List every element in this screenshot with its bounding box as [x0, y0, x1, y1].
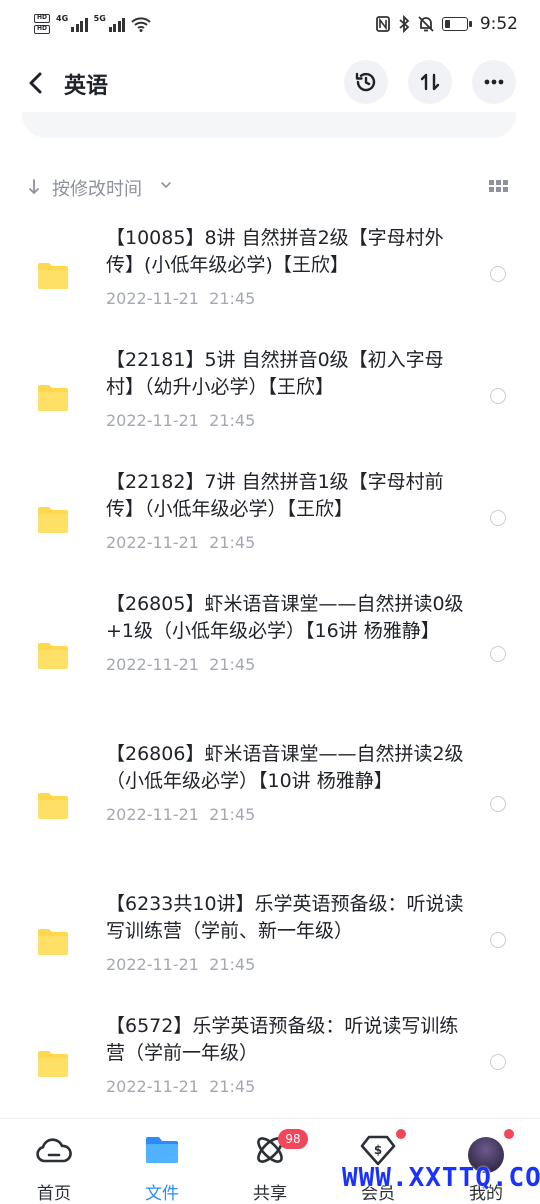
- history-button[interactable]: [344, 60, 388, 104]
- sort-label[interactable]: 按修改时间: [52, 175, 142, 201]
- file-modified-date: 2022-11-21 21:45: [106, 655, 256, 674]
- file-info: 【6572】乐学英语预备级：听说读写训练营（学前一年级） 2022-11-21 2…: [106, 1001, 466, 1096]
- clock: 9:52: [479, 14, 518, 34]
- sim-indicator: HD HD: [34, 14, 50, 34]
- share-badge: 98: [278, 1129, 308, 1149]
- signal-bars-2-icon: [108, 16, 126, 32]
- header: 英语: [0, 56, 540, 110]
- select-radio[interactable]: [490, 266, 506, 282]
- file-name: 【26805】虾米语音课堂——自然拼读0级+1级（小低年级必学）【16讲 杨雅静…: [106, 593, 464, 642]
- battery-icon: [441, 17, 472, 31]
- file-modified-date: 2022-11-21 21:45: [106, 1077, 256, 1096]
- sim-1-label: HD: [34, 14, 50, 23]
- select-radio[interactable]: [490, 1054, 506, 1070]
- file-list-item[interactable]: 【22181】5讲 自然拼音0级【初入字母村】（幼升小必学）【王欣】 2022-1…: [0, 335, 540, 457]
- network-type-2: 5G: [93, 14, 106, 23]
- select-radio[interactable]: [490, 932, 506, 948]
- tab-files[interactable]: 文件: [108, 1119, 216, 1204]
- file-info: 【6233共10讲】乐学英语预备级：听说读写训练营（学前、新一年级） 2022-1…: [106, 879, 466, 974]
- folder-icon: [38, 263, 68, 289]
- wifi-icon: [131, 17, 151, 32]
- sort-down-arrow-icon: [29, 179, 39, 195]
- tab-share[interactable]: 98 共享: [216, 1119, 324, 1204]
- folder-icon: [38, 793, 68, 819]
- tab-home[interactable]: 首页: [0, 1119, 108, 1204]
- history-icon: [355, 72, 376, 92]
- file-modified-date: 2022-11-21 21:45: [106, 805, 256, 824]
- file-info: 【10085】8讲 自然拼音2级【字母村外传】(小低年级必学)【王欣】 2022-…: [106, 213, 466, 308]
- folder-icon: [38, 507, 68, 533]
- file-modified-date: 2022-11-21 21:45: [106, 411, 256, 430]
- back-arrow-icon[interactable]: [22, 66, 52, 100]
- mute-bell-icon: [418, 16, 434, 32]
- sort-swap-button[interactable]: [408, 60, 452, 104]
- me-notification-dot: [504, 1129, 514, 1139]
- file-modified-date: 2022-11-21 21:45: [106, 955, 256, 974]
- signal-area: HD HD 4G 5G: [34, 14, 151, 34]
- bluetooth-icon: [399, 15, 410, 33]
- network-type-1: 4G: [56, 14, 69, 23]
- folder-icon: [38, 643, 68, 669]
- select-radio[interactable]: [490, 796, 506, 812]
- tab-share-label: 共享: [253, 1184, 287, 1204]
- file-info: 【22182】7讲 自然拼音1级【字母村前传】（小低年级必学）【王欣】 2022-…: [106, 457, 466, 552]
- file-list-item[interactable]: 【6572】乐学英语预备级：听说读写训练营（学前一年级） 2022-11-21 2…: [0, 1001, 540, 1123]
- file-info: 【22181】5讲 自然拼音0级【初入字母村】（幼升小必学）【王欣】 2022-1…: [106, 335, 466, 430]
- file-info: 【26806】虾米语音课堂——自然拼读2级（小低年级必学）【10讲 杨雅静】 20…: [106, 729, 466, 824]
- select-radio[interactable]: [490, 510, 506, 526]
- file-modified-date: 2022-11-21 21:45: [106, 289, 256, 308]
- folder-icon: [38, 1051, 68, 1077]
- chevron-down-icon[interactable]: [160, 180, 172, 190]
- file-name: 【22182】7讲 自然拼音1级【字母村前传】（小低年级必学）【王欣】: [106, 471, 444, 520]
- select-radio[interactable]: [490, 388, 506, 404]
- member-notification-dot: [396, 1129, 406, 1139]
- file-name: 【6233共10讲】乐学英语预备级：听说读写训练营（学前、新一年级）: [106, 893, 464, 942]
- svg-text:$: $: [374, 1143, 382, 1157]
- tab-home-label: 首页: [37, 1184, 71, 1204]
- folder-icon: [38, 385, 68, 411]
- nfc-icon: [375, 16, 390, 32]
- watermark: WWW.XXTTQ.COM: [342, 1163, 540, 1193]
- tab-files-label: 文件: [145, 1184, 179, 1204]
- more-icon: [484, 79, 504, 85]
- status-icons: 9:52: [375, 14, 518, 34]
- files-folder-icon: [146, 1137, 178, 1163]
- file-list-item[interactable]: 【26805】虾米语音课堂——自然拼读0级+1级（小低年级必学）【16讲 杨雅静…: [0, 579, 540, 729]
- search-bar-edge: [22, 112, 516, 138]
- sim-2-label: HD: [34, 25, 50, 34]
- file-name: 【22181】5讲 自然拼音0级【初入字母村】（幼升小必学）【王欣】: [106, 349, 444, 398]
- select-radio[interactable]: [490, 646, 506, 662]
- more-button[interactable]: [472, 60, 516, 104]
- file-info: 【26805】虾米语音课堂——自然拼读0级+1级（小低年级必学）【16讲 杨雅静…: [106, 579, 466, 674]
- battery-level: [444, 20, 450, 28]
- file-list-item[interactable]: 【10085】8讲 自然拼音2级【字母村外传】(小低年级必学)【王欣】 2022-…: [0, 213, 540, 335]
- file-modified-date: 2022-11-21 21:45: [106, 533, 256, 552]
- signal-bars-1-icon: [71, 16, 88, 32]
- file-list-item[interactable]: 【22182】7讲 自然拼音1级【字母村前传】（小低年级必学）【王欣】 2022-…: [0, 457, 540, 579]
- sort-bar[interactable]: 按修改时间: [28, 172, 512, 202]
- home-cloud-icon: [36, 1138, 72, 1163]
- folder-icon: [38, 929, 68, 955]
- sort-swap-icon: [420, 73, 440, 91]
- file-name: 【26806】虾米语音课堂——自然拼读2级（小低年级必学）【10讲 杨雅静】: [106, 743, 464, 792]
- status-bar: HD HD 4G 5G 9:52: [0, 0, 540, 52]
- member-diamond-icon: $: [360, 1135, 396, 1166]
- file-name: 【10085】8讲 自然拼音2级【字母村外传】(小低年级必学)【王欣】: [106, 227, 444, 276]
- file-list-item[interactable]: 【26806】虾米语音课堂——自然拼读2级（小低年级必学）【10讲 杨雅静】 20…: [0, 729, 540, 879]
- page-title: 英语: [64, 74, 109, 99]
- grid-view-icon[interactable]: [489, 180, 508, 192]
- file-list-item[interactable]: 【6233共10讲】乐学英语预备级：听说读写训练营（学前、新一年级） 2022-1…: [0, 879, 540, 1001]
- file-name: 【6572】乐学英语预备级：听说读写训练营（学前一年级）: [106, 1015, 459, 1064]
